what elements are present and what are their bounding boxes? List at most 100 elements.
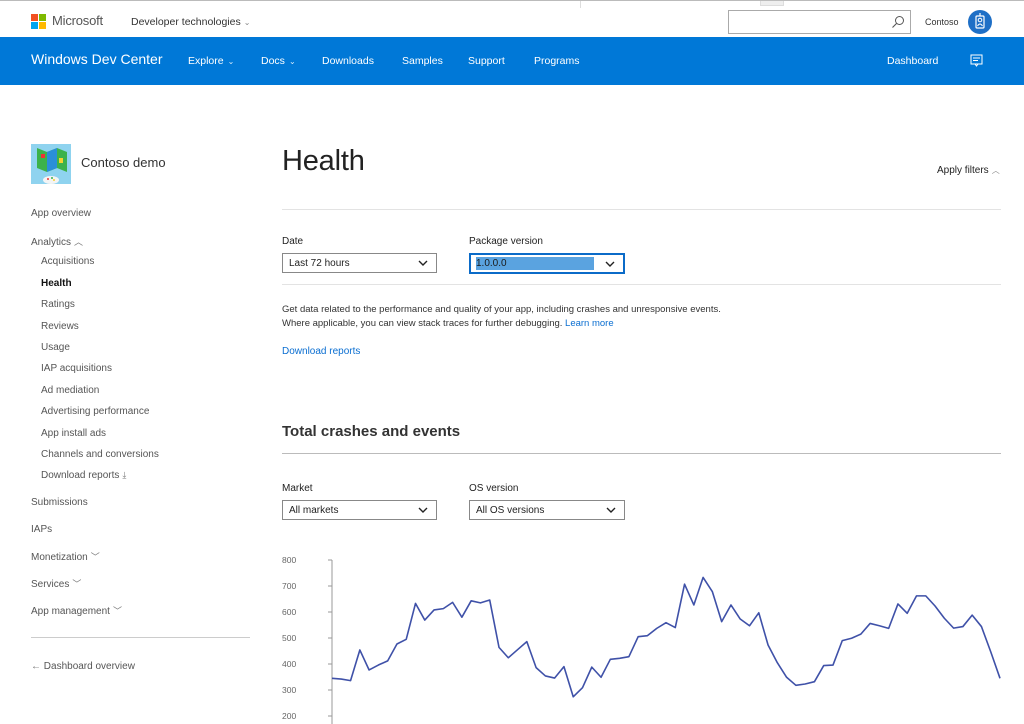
sidebar-item-ad-mediation[interactable]: Ad mediation [41,385,99,396]
data-point [962,626,964,628]
sidebar-item-app-overview[interactable]: App overview [31,208,91,219]
date-select[interactable]: Last 72 hours [282,253,437,273]
data-point [916,595,918,597]
sidebar-item-iaps[interactable]: IAPs [31,524,52,535]
data-point [359,649,361,651]
data-point [888,628,890,630]
feedback-icon[interactable] [970,54,983,67]
nav-explore[interactable]: Explore ⌄ [188,55,234,67]
microsoft-logo-icon[interactable] [31,14,47,30]
page-description: Get data related to the performance and … [282,303,721,331]
data-point [340,678,342,680]
avatar[interactable] [968,10,992,34]
app-icon [31,144,71,184]
data-point [944,617,946,619]
data-point [405,639,407,641]
data-point [350,680,352,682]
logo-yellow [39,22,46,29]
data-point [739,618,741,620]
divider [282,209,1001,210]
window-tab-stub [760,1,784,6]
crashes-line-chart: 800 700 600 500 400 300 200 [282,555,1001,724]
sidebar-item-app-install-ads[interactable]: App install ads [41,428,106,439]
map-icon [37,148,67,184]
data-point [535,667,537,669]
sidebar-item-usage[interactable]: Usage [41,342,70,353]
description-line: Where applicable, you can view stack tra… [282,318,563,329]
microsoft-brand[interactable]: Microsoft [52,13,103,28]
data-point [387,660,389,662]
nav-samples[interactable]: Samples [402,55,443,67]
market-select[interactable]: All markets [282,500,437,520]
nav-dashboard[interactable]: Dashboard [887,55,938,67]
sidebar-item-label: App management [31,606,110,617]
y-tick-label: 400 [282,659,296,669]
data-point [777,662,779,664]
chevron-down-icon: ⌄ [288,57,296,66]
main-nav: Windows Dev Center Explore ⌄ Docs ⌄ Downlo… [0,37,1024,85]
data-point [443,608,445,610]
chevron-down-icon [605,261,615,267]
sidebar-item-advertising-performance[interactable]: Advertising performance [41,406,149,417]
developer-technologies-menu[interactable]: Developer technologies ⌄ [131,16,250,28]
package-version-select[interactable]: 1.0.0.0 [469,253,625,274]
data-point [684,583,686,585]
windows-dev-center-brand[interactable]: Windows Dev Center [31,51,163,67]
os-version-label: OS version [469,483,519,494]
user-name[interactable]: Contoso [925,17,959,27]
nav-docs-label: Docs [261,55,285,67]
nav-support[interactable]: Support [468,55,505,67]
data-point [869,623,871,625]
sidebar-item-download-reports[interactable]: Download reports ⤓ [41,470,126,481]
data-point [665,622,667,624]
sidebar-item-ratings[interactable]: Ratings [41,299,75,310]
y-tick-label: 300 [282,685,296,695]
download-reports-link[interactable]: Download reports [282,346,360,357]
data-point [693,604,695,606]
sidebar-item-health[interactable]: Health [41,278,72,289]
data-point [545,675,547,677]
data-point [480,602,482,604]
nav-programs[interactable]: Programs [534,55,580,67]
sidebar-item-monetization[interactable]: Monetization ﹀ [31,550,100,563]
data-point [563,666,565,668]
search-box [728,10,911,34]
data-point [712,591,714,593]
sidebar-item-submissions[interactable]: Submissions [31,497,88,508]
data-point [841,640,843,642]
data-point [628,656,630,658]
data-point [517,649,519,651]
data-point [749,625,751,627]
data-point [953,627,955,629]
sidebar-item-iap-acquisitions[interactable]: IAP acquisitions [41,363,112,374]
search-icon[interactable] [891,15,905,29]
package-version-value: 1.0.0.0 [476,257,594,270]
nav-docs[interactable]: Docs ⌄ [261,55,296,67]
os-version-select[interactable]: All OS versions [469,500,625,520]
sidebar-item-services[interactable]: Services ﹀ [31,577,81,590]
series-line [331,576,1001,698]
apply-filters-toggle[interactable]: Apply filters ︿ [937,165,1000,176]
data-point [990,651,992,653]
data-point [572,696,574,698]
sidebar-item-app-management[interactable]: App management ﹀ [31,604,122,617]
data-point [507,657,509,659]
data-point [600,676,602,678]
chevron-down-icon [418,260,428,266]
learn-more-link[interactable]: Learn more [565,318,614,329]
apply-filters-label: Apply filters [937,165,989,176]
series-group [331,576,1001,698]
data-point [860,633,862,635]
nav-downloads[interactable]: Downloads [322,55,374,67]
search-input[interactable] [729,12,889,34]
data-point [424,619,426,621]
sidebar-item-analytics[interactable]: Analytics ︿ [31,235,83,248]
sidebar-item-acquisitions[interactable]: Acquisitions [41,256,94,267]
sidebar-item-reviews[interactable]: Reviews [41,321,79,332]
sidebar-item-label: Analytics [31,237,72,248]
y-tick-label: 800 [282,555,296,565]
y-tick-label: 600 [282,607,296,617]
sidebar-item-channels-conversions[interactable]: Channels and conversions [41,449,159,460]
date-label: Date [282,236,304,247]
dashboard-overview-link[interactable]: ← Dashboard overview [31,661,135,672]
